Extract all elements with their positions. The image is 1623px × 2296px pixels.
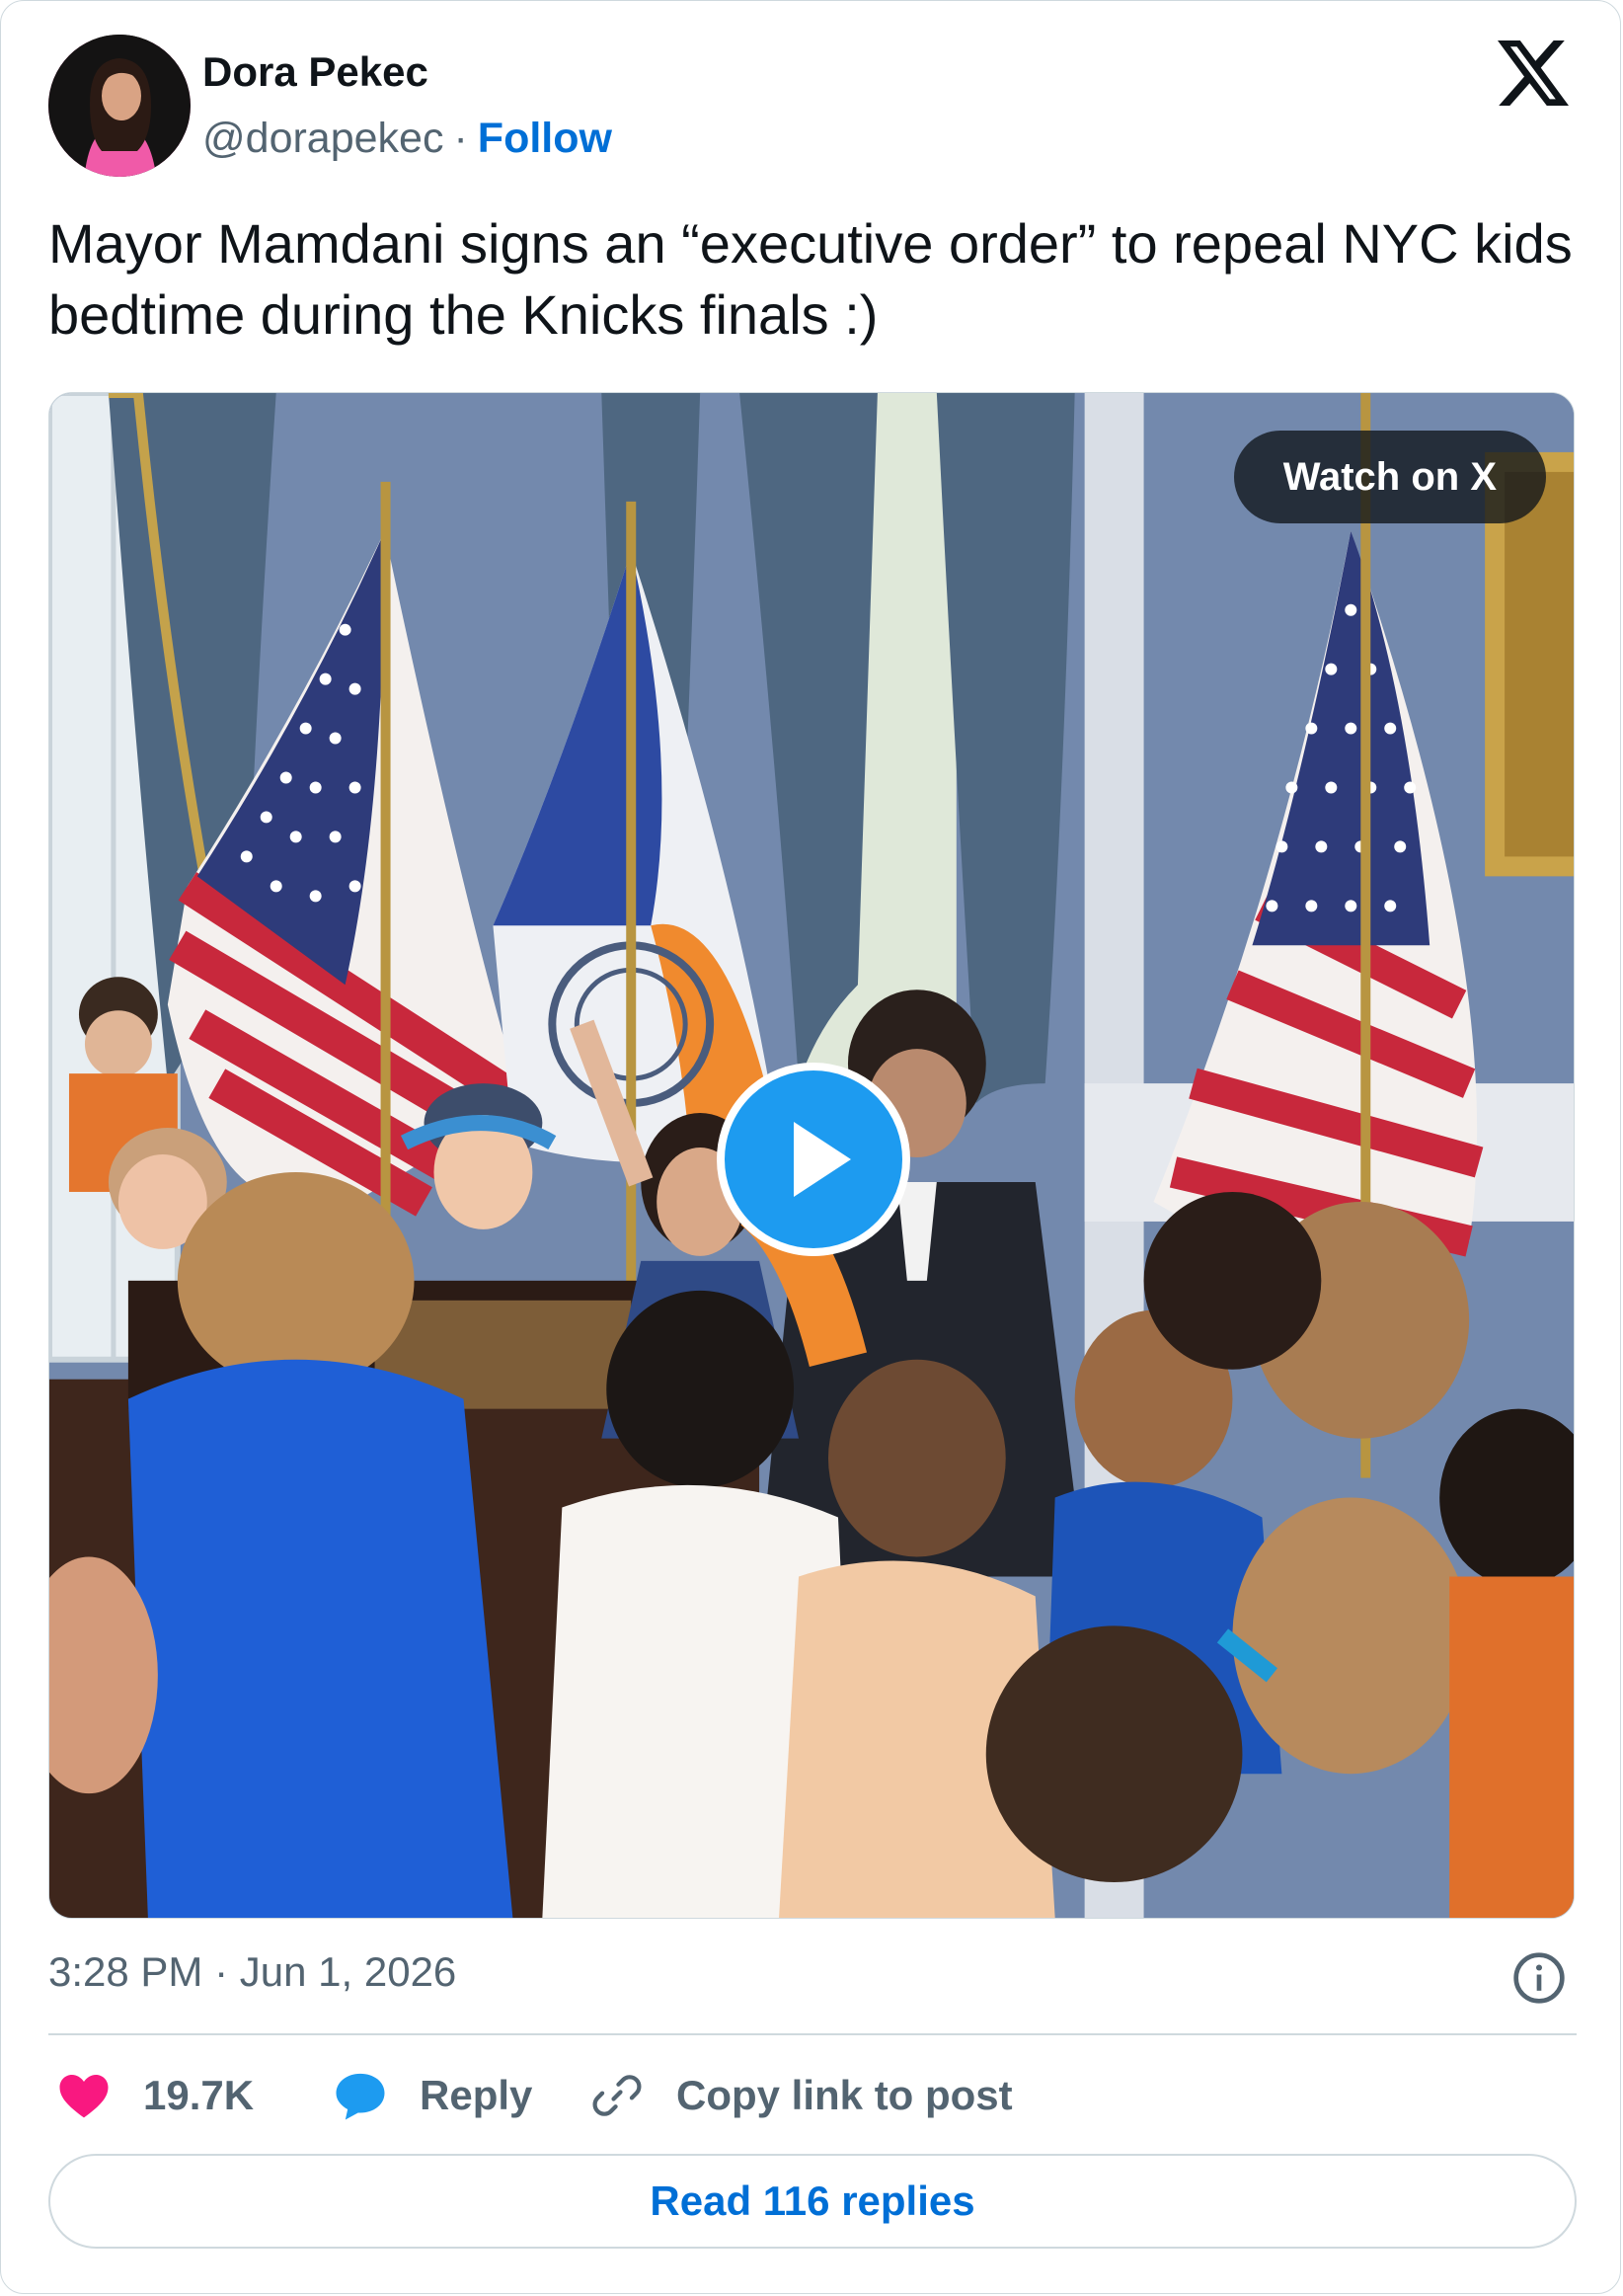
author-name[interactable]: Dora Pekec — [202, 48, 428, 96]
tweet-time: 3:28 PM — [48, 1948, 203, 1995]
tweet-card: Dora Pekec @dorapekec · Follow Mayor Mamda… — [0, 0, 1621, 2294]
handle-separator: · — [453, 115, 468, 162]
follow-button[interactable]: Follow — [478, 115, 612, 162]
like-count: 19.7K — [143, 2072, 255, 2118]
tweet-timestamp[interactable]: 3:28 PM · Jun 1, 2026 — [48, 1948, 456, 1996]
watch-on-x-button[interactable]: Watch on X — [1233, 431, 1546, 523]
heart-icon — [59, 2075, 109, 2118]
x-logo-icon[interactable] — [1498, 40, 1569, 106]
play-icon — [794, 1122, 851, 1197]
avatar-image — [48, 35, 191, 177]
link-icon — [592, 2075, 642, 2116]
author-handle[interactable]: @dorapekec — [202, 115, 443, 162]
reply-button[interactable]: Reply — [333, 2061, 532, 2130]
info-icon[interactable] — [1511, 1950, 1567, 2006]
divider — [48, 2033, 1577, 2035]
reply-label: Reply — [420, 2072, 533, 2118]
author-avatar[interactable] — [48, 35, 191, 177]
read-replies-button[interactable]: Read 116 replies — [48, 2154, 1577, 2249]
reply-bubble-icon — [336, 2073, 385, 2120]
tweet-video[interactable]: Watch on X — [48, 392, 1575, 1919]
play-button[interactable] — [717, 1063, 910, 1256]
copy-link-button[interactable]: Copy link to post — [589, 2061, 1013, 2130]
timestamp-separator: · — [214, 1948, 229, 1995]
tweet-date: Jun 1, 2026 — [239, 1948, 457, 1995]
author-handle-row: @dorapekec · Follow — [202, 115, 612, 163]
tweet-text: Mayor Mamdani signs an “executive order”… — [48, 212, 1573, 346]
like-button[interactable]: 19.7K — [56, 2061, 254, 2130]
copy-link-label: Copy link to post — [676, 2072, 1013, 2118]
